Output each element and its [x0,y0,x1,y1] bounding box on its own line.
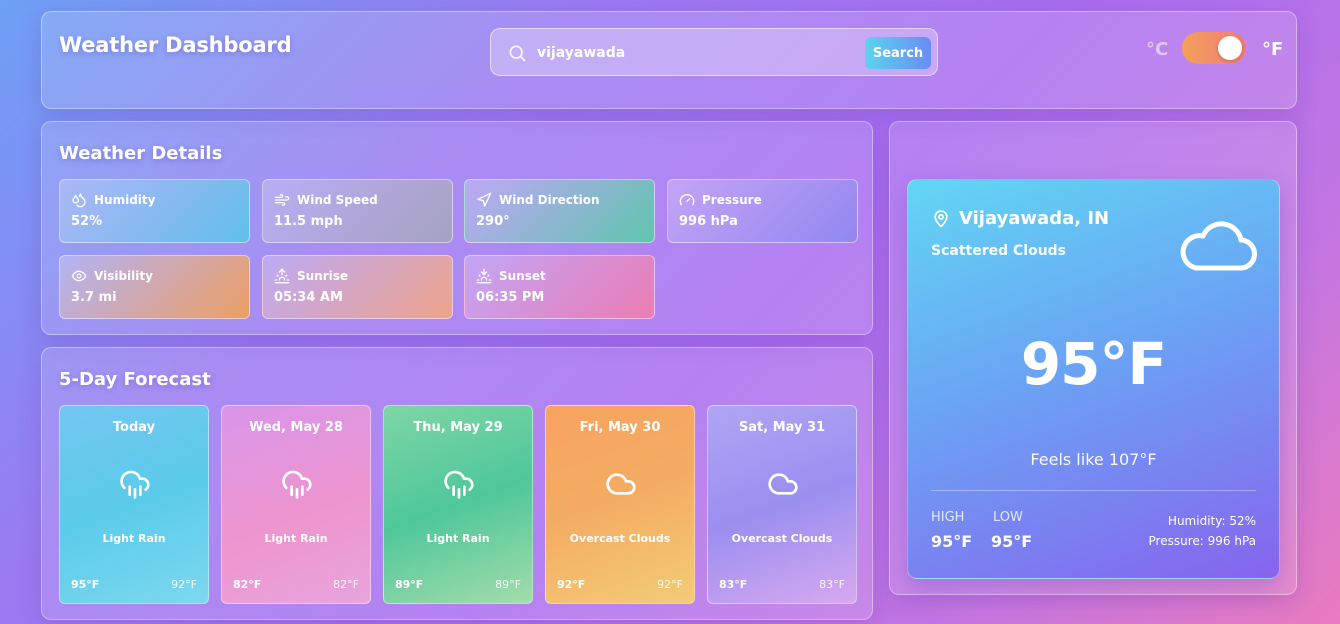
forecast-low: 92°F [657,578,683,591]
forecast-card: Wed, May 28 Light Rain 82°F 82°F [221,405,371,604]
forecast-card: Thu, May 29 Light Rain 89°F 89°F [383,405,533,604]
forecast-card: Sat, May 31 Overcast Clouds 83°F 83°F [707,405,857,604]
toggle-knob [1218,36,1242,60]
cloud-rain-icon [282,470,312,499]
forecast-high: 89°F [395,578,424,591]
feels-like: Feels like 107°F [1030,450,1157,469]
weather-details-panel: Weather Details Humidity 52% Wind Speed 11.… [41,121,873,335]
forecast-description: Overcast Clouds [569,532,671,545]
details-title: Weather Details [59,143,223,164]
forecast-card: Today Light Rain 95°F 92°F [59,405,209,604]
detail-card-visibility: Visibility 3.7 mi [59,255,250,319]
detail-label: Wind Speed [297,193,378,207]
current-weather-panel: Vijayawada, IN Scattered Clouds 95°F Fee… [889,121,1297,595]
forecast-low: 92°F [171,578,197,591]
detail-header: Sunrise [274,268,348,284]
detail-label: Sunset [499,269,546,283]
current-description: Scattered Clouds [931,243,1067,259]
cloud-icon [1180,221,1257,271]
cloud-rain-icon [120,470,150,499]
detail-card-sunset: Sunset 06:35 PM [464,255,655,319]
forecast-date: Wed, May 28 [249,420,343,435]
forecast-high: 95°F [71,578,100,591]
detail-label: Visibility [94,269,153,283]
forecast-high: 83°F [719,578,748,591]
low-label: LOW [993,510,1023,525]
forecast-panel: 5-Day Forecast Today Light Rain 95°F 92°F We… [41,347,873,620]
high-label: HIGH [931,510,965,525]
forecast-date: Fri, May 30 [579,420,661,435]
forecast-description: Overcast Clouds [731,532,833,545]
detail-label: Pressure [702,193,762,207]
detail-header: Visibility [71,268,153,284]
detail-label: Humidity [94,193,156,207]
sunset-icon [476,268,492,284]
current-weather-card: Vijayawada, IN Scattered Clouds 95°F Fee… [907,179,1280,579]
detail-label: Wind Direction [499,193,600,207]
forecast-date: Today [112,420,156,435]
location-row: Vijayawada, IN [931,208,1109,229]
navigation-icon [477,192,492,207]
detail-value: 996 hPa [679,214,738,229]
high-value: 95°F [931,532,973,551]
sunrise-icon [274,268,290,284]
gauge-icon [679,194,695,206]
current-pressure: Pressure: 996 hPa [1148,534,1256,548]
detail-card-wind-speed: Wind Speed 11.5 mph [262,179,453,243]
detail-value: 290° [476,214,510,229]
search-bar: Search [490,28,938,76]
detail-value: 52% [71,214,103,229]
eye-icon [71,270,87,282]
detail-header: Wind Speed [274,192,378,208]
droplets-icon [72,193,86,208]
forecast-low: 83°F [819,578,845,591]
forecast-title: 5-Day Forecast [59,369,211,390]
detail-value: 06:35 PM [476,290,545,305]
forecast-date: Thu, May 29 [413,420,503,435]
current-humidity: Humidity: 52% [1167,514,1256,528]
fahrenheit-label[interactable]: °F [1262,39,1283,60]
detail-header: Wind Direction [476,192,600,208]
unit-toggle[interactable] [1182,32,1246,64]
forecast-date: Sat, May 31 [738,420,826,435]
forecast-description: Light Rain [264,532,328,545]
low-value: 95°F [991,532,1033,551]
detail-value: 3.7 mi [71,290,117,305]
detail-value: 11.5 mph [274,214,343,229]
search-button[interactable]: Search [865,37,931,69]
detail-card-wind-direction: Wind Direction 290° [464,179,655,243]
detail-header: Humidity [71,192,155,208]
header-bar: Weather Dashboard Search °C °F [41,11,1297,109]
divider [931,490,1256,491]
wind-icon [274,194,290,206]
celsius-label[interactable]: °C [1146,39,1168,60]
map-pin-icon [934,209,948,227]
detail-label: Sunrise [297,269,349,283]
search-icon [509,45,526,62]
search-input[interactable] [537,41,857,65]
forecast-description: Light Rain [426,532,490,545]
forecast-low: 89°F [495,578,521,591]
cloud-icon [606,473,636,495]
app-title: Weather Dashboard [59,33,292,57]
forecast-card: Fri, May 30 Overcast Clouds 92°F 92°F [545,405,695,604]
forecast-high: 92°F [557,578,586,591]
detail-header: Sunset [476,268,546,284]
detail-card-humidity: Humidity 52% [59,179,250,243]
cloud-rain-icon [444,470,474,499]
cloud-icon [768,473,798,495]
forecast-high: 82°F [233,578,262,591]
city-name: Vijayawada, IN [959,208,1110,229]
forecast-low: 82°F [333,578,359,591]
detail-header: Pressure [679,192,762,208]
detail-card-sunrise: Sunrise 05:34 AM [262,255,453,319]
detail-card-pressure: Pressure 996 hPa [667,179,858,243]
detail-value: 05:34 AM [274,290,343,305]
current-temperature: 95°F [1020,330,1167,398]
forecast-description: Light Rain [102,532,166,545]
